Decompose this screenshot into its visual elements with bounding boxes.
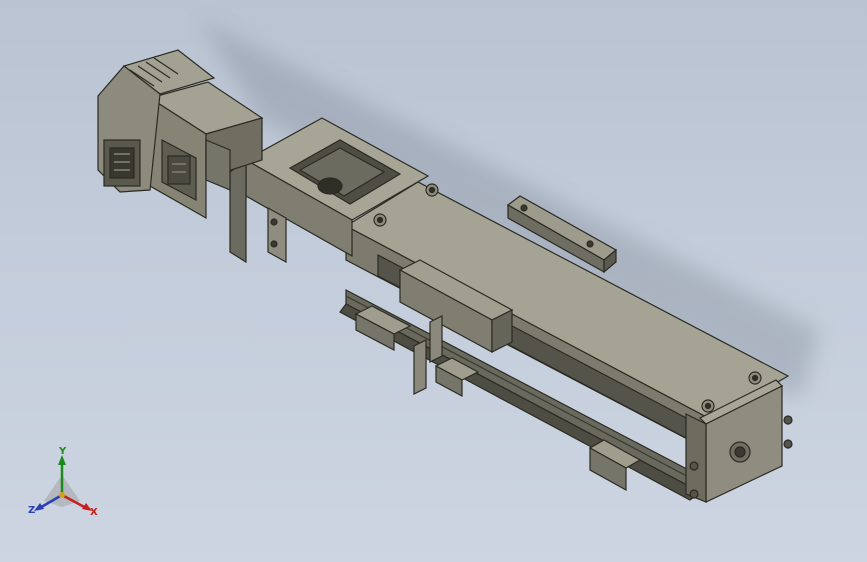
z-axis-label: Z [28,505,36,516]
triad-axes [34,455,92,511]
x-axis-label: X [90,507,98,518]
linear-actuator-model[interactable] [0,0,867,562]
y-axis-label: Y [59,446,67,457]
z-axis-arrow [34,503,44,511]
reference-triad: X Y Z [22,445,112,525]
graphics-viewport[interactable]: X Y Z [0,0,867,562]
